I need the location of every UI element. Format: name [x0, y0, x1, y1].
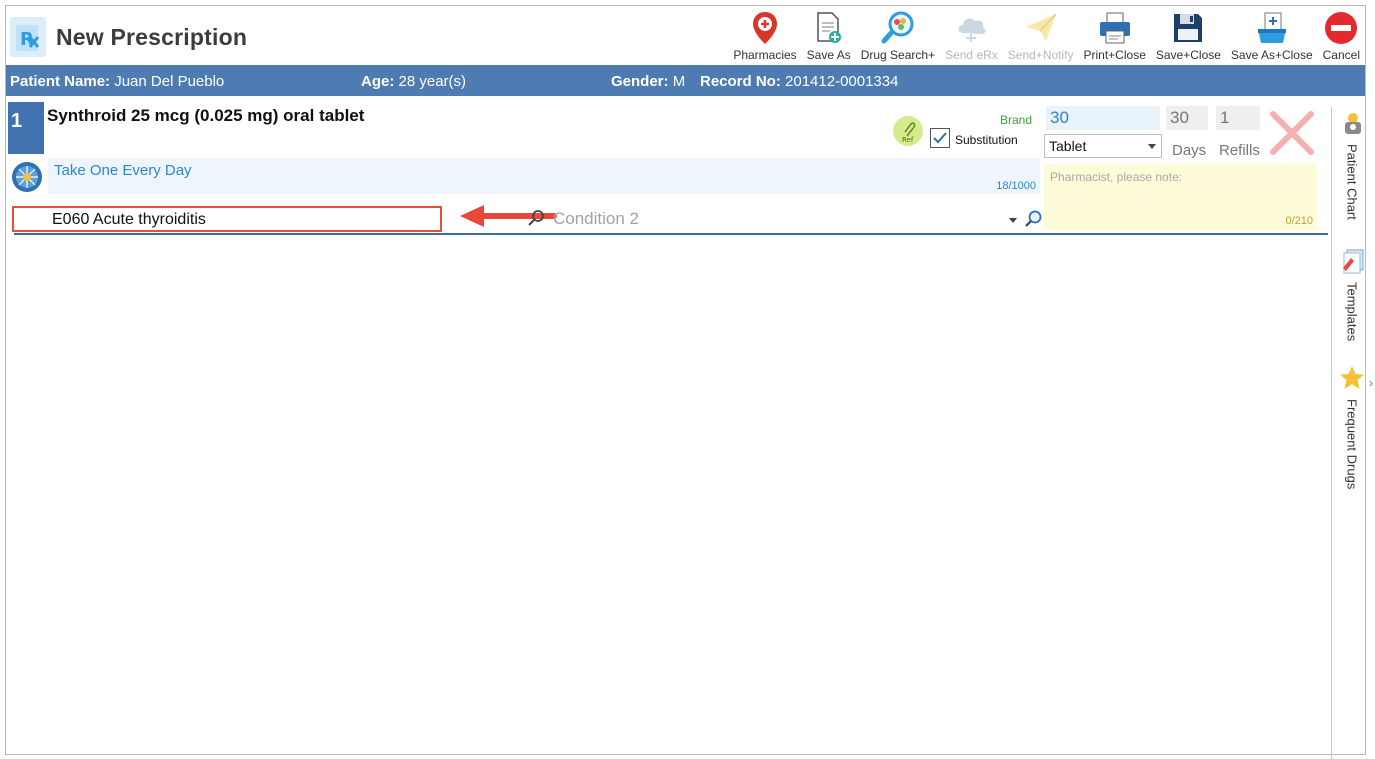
cancel-label: Cancel — [1322, 48, 1360, 62]
side-tab-patient-chart[interactable]: Patient Chart — [1336, 110, 1368, 220]
prescription-number: 1 — [8, 102, 44, 154]
patient-gender-field: Gender: M — [611, 73, 685, 90]
floppy-disk-icon — [1170, 11, 1206, 45]
collapse-panel-chevron-icon[interactable]: › — [1369, 376, 1373, 390]
page-title: New Prescription — [56, 23, 248, 50]
condition-lookup-icon[interactable] — [1024, 210, 1042, 228]
send-erx-label: Send eRx — [945, 48, 998, 62]
title-area: R New Prescription — [10, 12, 247, 62]
search-icon[interactable] — [528, 210, 544, 226]
save-close-button[interactable]: Save+Close — [1151, 8, 1226, 66]
substitution-checkbox[interactable] — [930, 128, 950, 148]
patient-age-field: Age: 28 year(s) — [361, 73, 466, 90]
drug-search-label: Drug Search+ — [860, 48, 936, 62]
quantity-input[interactable]: 30 — [1046, 106, 1160, 130]
side-tab-frequent-drugs-label: Frequent Drugs — [1344, 399, 1360, 490]
patient-record-label: Record No: — [700, 73, 781, 90]
send-erx-button[interactable]: Send eRx — [940, 8, 1003, 66]
save-as-button[interactable]: Save As — [802, 8, 856, 66]
star-icon — [1340, 366, 1364, 389]
substitution-label: Substitution — [955, 133, 1018, 147]
patient-record-value: 201412-0001334 — [785, 73, 899, 90]
unit-select[interactable]: Tablet — [1044, 134, 1162, 158]
pharmacies-button[interactable]: Pharmacies — [728, 8, 801, 66]
patient-age-label: Age: — [361, 73, 395, 90]
paper-plane-icon — [1023, 11, 1059, 45]
condition-2-dropdown-icon[interactable] — [1009, 218, 1017, 223]
no-entry-icon — [1323, 11, 1359, 45]
side-tab-templates-label: Templates — [1344, 282, 1360, 342]
patient-gender-value: M — [672, 73, 686, 90]
condition-2-field[interactable]: Condition 2 — [553, 209, 639, 229]
templates-icon — [1343, 249, 1364, 274]
cancel-button[interactable]: Cancel — [1318, 8, 1365, 66]
remove-drug-button[interactable] — [1269, 110, 1315, 156]
brand-label: Brand — [1000, 113, 1033, 127]
printer-icon — [1097, 11, 1133, 45]
sig-field[interactable]: Take One Every Day 18/1000 — [48, 158, 1040, 194]
save-as-close-label: Save As+Close — [1230, 48, 1313, 62]
side-tab-templates[interactable]: Templates — [1336, 248, 1368, 341]
patient-chart-icon — [1345, 113, 1361, 134]
drug-name[interactable]: Synthroid 25 mcg (0.025 mg) oral tablet — [47, 106, 364, 126]
patient-record-field: Record No: 201412-0001334 — [700, 73, 898, 90]
cloud-icon — [953, 11, 989, 45]
sig-builder-button[interactable] — [11, 161, 43, 193]
chevron-down-icon — [1148, 144, 1156, 149]
refills-input[interactable]: 1 — [1216, 106, 1260, 130]
patient-name-value: Juan Del Pueblo — [114, 73, 225, 90]
save-close-label: Save+Close — [1155, 48, 1221, 62]
send-notify-label: Send+Notify — [1007, 48, 1074, 62]
refills-label: Refills — [1219, 142, 1260, 159]
days-label: Days — [1172, 142, 1207, 159]
unit-select-value: Tablet — [1049, 138, 1087, 154]
pharmacist-note-char-count: 0/210 — [1285, 215, 1313, 227]
checkmark-icon — [933, 132, 947, 144]
document-add-icon — [811, 11, 847, 45]
map-pin-icon — [747, 11, 783, 45]
document-stack-icon — [1254, 11, 1290, 45]
side-tab-patient-chart-label: Patient Chart — [1344, 144, 1360, 220]
magnifier-pills-icon — [880, 11, 916, 45]
print-close-label: Print+Close — [1083, 48, 1146, 62]
close-icon — [1270, 111, 1314, 155]
print-close-button[interactable]: Print+Close — [1079, 8, 1151, 66]
pharmacist-note-placeholder: Pharmacist, please note: — [1050, 170, 1183, 184]
prescription-window: R New Prescription Pharmacies Save As Dr… — [5, 5, 1368, 759]
patient-age-value: 28 year(s) — [398, 73, 467, 90]
toolbar: Pharmacies Save As Drug Search+ Send eRx… — [728, 8, 1365, 66]
pharmacist-note-field[interactable]: Pharmacist, please note: 0/210 — [1044, 164, 1317, 230]
ref-label: Ref — [902, 136, 914, 144]
row-divider — [14, 233, 1328, 235]
save-as-close-button[interactable]: Save As+Close — [1226, 8, 1318, 66]
condition-1-field[interactable]: E060 Acute thyroiditis — [12, 206, 442, 232]
side-panel-divider — [1331, 107, 1332, 759]
patient-gender-label: Gender: — [611, 73, 669, 90]
paperclip-icon: Ref — [902, 122, 916, 144]
sig-wheel-icon — [12, 162, 42, 192]
side-tab-frequent-drugs[interactable]: Frequent Drugs — [1336, 365, 1368, 489]
send-notify-button[interactable]: Send+Notify — [1003, 8, 1079, 66]
patient-info-bar: Patient Name: Juan Del Pueblo Age: 28 ye… — [6, 65, 1365, 96]
patient-name-field: Patient Name: Juan Del Pueblo — [10, 73, 224, 90]
drug-search-button[interactable]: Drug Search+ — [856, 8, 940, 66]
sig-char-count: 18/1000 — [996, 180, 1036, 192]
patient-name-label: Patient Name: — [10, 73, 111, 90]
reference-button[interactable]: Ref — [893, 116, 923, 146]
prescription-app-icon: R — [10, 17, 46, 57]
pharmacies-label: Pharmacies — [733, 48, 797, 62]
days-input[interactable]: 30 — [1166, 106, 1208, 130]
sig-text: Take One Every Day — [54, 162, 192, 179]
save-as-label: Save As — [806, 48, 851, 62]
